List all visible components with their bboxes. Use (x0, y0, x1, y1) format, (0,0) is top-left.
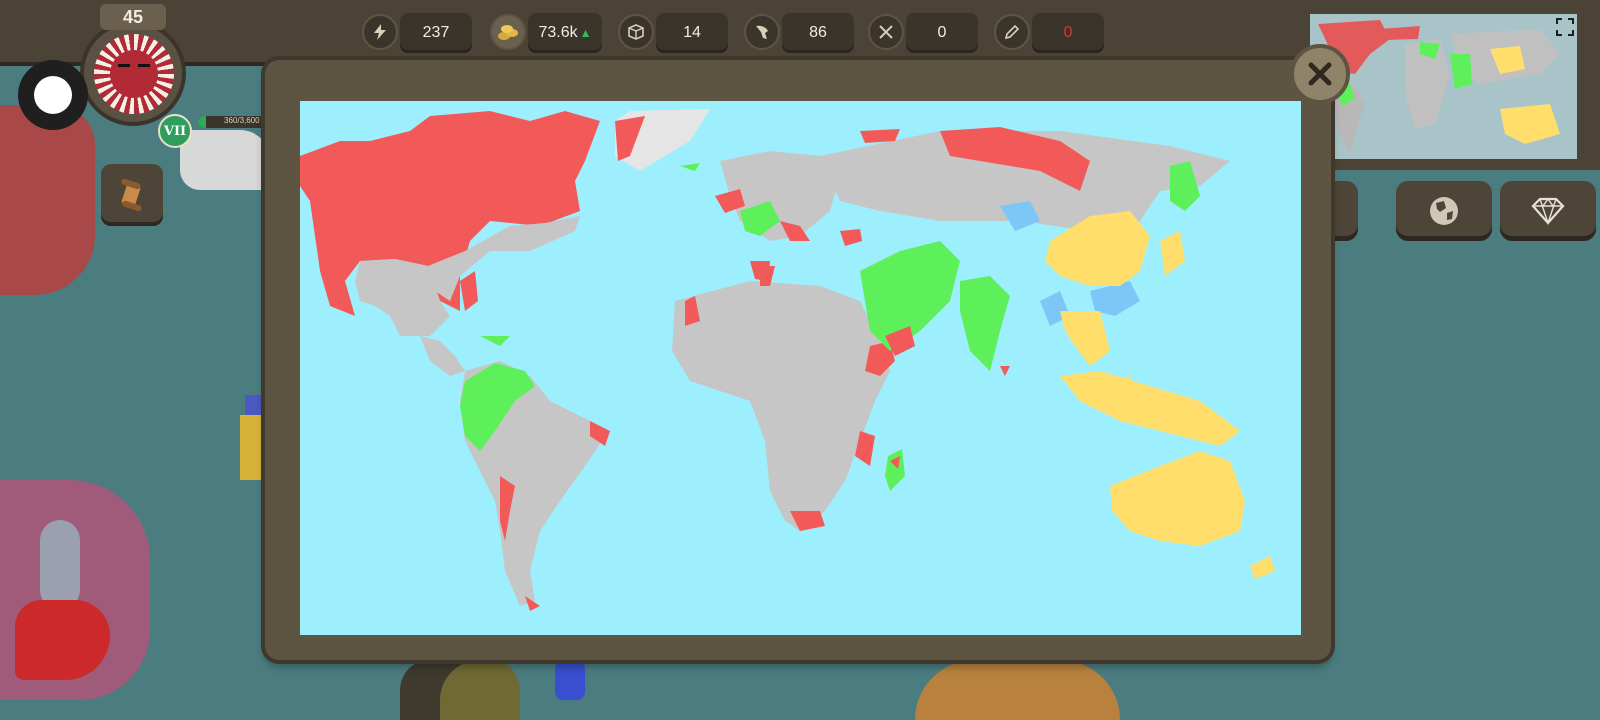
bg-land-greenland (180, 130, 270, 190)
close-x-icon (1308, 62, 1332, 86)
bg-land-region-red (15, 600, 110, 680)
crate-icon (618, 14, 654, 50)
resource-value: 86 (782, 13, 854, 53)
player-level: 45 (100, 4, 166, 30)
diamond-icon (1531, 197, 1565, 226)
bg-land-region-grey (40, 520, 80, 610)
gold-value: 73.6k (538, 24, 578, 41)
resource-value: 73.6k ▲ (528, 13, 602, 53)
world-map-svg (300, 109, 1275, 611)
combat-icon (868, 14, 904, 50)
resource-value: 0 (906, 13, 978, 53)
flag-face-icon (118, 64, 150, 67)
xp-progress-fill (198, 116, 206, 128)
resource-value: 0 (1032, 13, 1104, 53)
scroll-icon (121, 178, 142, 212)
world-map[interactable] (300, 101, 1301, 635)
bg-land-australia (915, 660, 1120, 720)
resource-value: 14 (656, 13, 728, 53)
minimap[interactable] (1310, 14, 1577, 159)
gold-coins-icon (490, 14, 526, 50)
globe-button[interactable] (1396, 181, 1492, 241)
up-arrow-icon: ▲ (579, 26, 592, 40)
rank-badge: VII (158, 114, 192, 148)
lightning-icon (362, 14, 398, 50)
joystick-knob[interactable] (34, 76, 72, 114)
bg-land-madagascar (555, 660, 585, 700)
fullscreen-icon[interactable] (1556, 18, 1574, 41)
globe-icon (1430, 197, 1458, 225)
missions-button[interactable] (101, 164, 163, 226)
close-button[interactable] (1290, 44, 1350, 104)
flag-center (110, 50, 158, 98)
fist-icon (744, 14, 780, 50)
xp-text: 360/3,600 (224, 116, 260, 125)
diamond-button[interactable] (1500, 181, 1596, 241)
bg-land-region-blue (245, 395, 265, 415)
minimap-world (1310, 14, 1577, 159)
bg-land-region-yellow (240, 415, 262, 480)
resource-value: 237 (400, 13, 472, 53)
bg-land-north-america (0, 105, 95, 295)
pencil-icon (994, 14, 1030, 50)
